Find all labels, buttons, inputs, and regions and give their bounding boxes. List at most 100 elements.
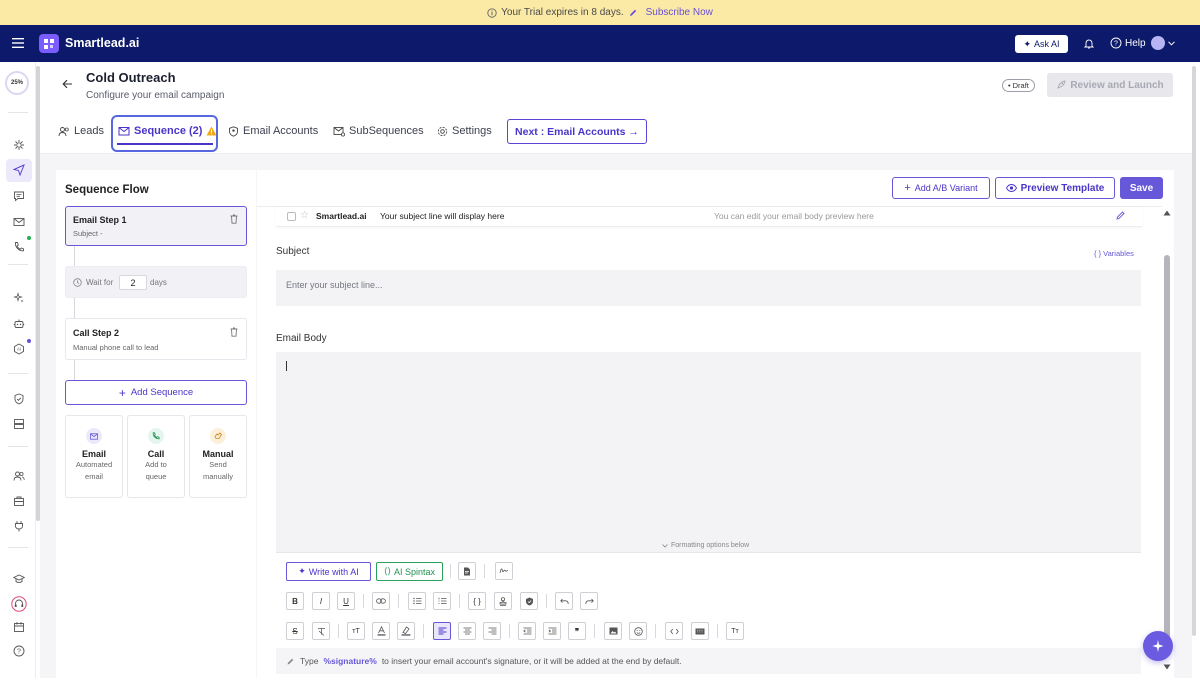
undo-icon[interactable]	[555, 592, 573, 610]
trash-icon[interactable]	[230, 214, 238, 224]
step-subtitle: Manual phone call to lead	[73, 343, 159, 352]
tab-sequence[interactable]: Sequence (2)	[118, 125, 217, 137]
text-style-icon[interactable]: Tт	[726, 622, 744, 640]
calendar-icon[interactable]	[13, 621, 25, 633]
tab-email-accounts[interactable]: Email Accounts	[228, 125, 318, 137]
quote-icon[interactable]: ❞	[568, 622, 586, 640]
back-arrow-icon[interactable]	[62, 79, 73, 89]
support-headset-icon[interactable]	[11, 596, 27, 612]
shield-check-icon[interactable]	[520, 592, 538, 610]
variables-button[interactable]: { } Variables	[1094, 249, 1134, 258]
sparkle-icon: ✦	[1023, 38, 1032, 49]
outdent-icon[interactable]	[518, 622, 536, 640]
align-left-icon[interactable]	[433, 622, 451, 640]
add-sequence-button[interactable]: + Add Sequence	[65, 380, 247, 405]
sequence-step-email[interactable]: Email Step 1 Subject -	[65, 206, 247, 246]
page-scrollbar[interactable]	[1192, 66, 1196, 636]
help-circle-icon[interactable]: ?	[13, 645, 25, 657]
emoji-icon[interactable]	[629, 622, 647, 640]
redo-icon[interactable]	[580, 592, 598, 610]
bottom-strip	[0, 678, 1200, 698]
toolbar-separator	[546, 594, 547, 608]
bold-button[interactable]: B	[286, 592, 304, 610]
help-button[interactable]: ? Help	[1110, 37, 1146, 49]
briefcase-icon[interactable]	[13, 495, 25, 507]
text-color-icon[interactable]	[372, 622, 390, 640]
phone-icon[interactable]	[13, 241, 25, 253]
subject-input[interactable]: Enter your subject line...	[276, 270, 1141, 306]
bell-icon[interactable]	[1084, 38, 1094, 49]
numbered-list-icon[interactable]	[433, 592, 451, 610]
save-button[interactable]: Save	[1120, 177, 1163, 199]
keyboard-icon[interactable]	[691, 622, 709, 640]
active-tab-underline	[117, 143, 213, 145]
preview-template-button[interactable]: Preview Template	[995, 177, 1115, 199]
email-body-editor[interactable]: Formatting options below	[276, 352, 1141, 553]
clear-format-icon[interactable]	[312, 622, 330, 640]
editor-scrollbar[interactable]	[1164, 255, 1170, 655]
italic-button[interactable]: I	[312, 592, 330, 610]
signature-icon[interactable]	[495, 562, 513, 580]
image-icon[interactable]	[604, 622, 622, 640]
tab-subsequences[interactable]: SubSequences	[333, 125, 424, 137]
formatting-hint[interactable]: Formatting options below	[662, 542, 749, 549]
user-avatar[interactable]	[1151, 36, 1165, 50]
sequence-step-call[interactable]: Call Step 2 Manual phone call to lead	[65, 318, 247, 360]
code-view-icon[interactable]	[665, 622, 683, 640]
server-icon[interactable]	[13, 418, 25, 430]
review-launch-button[interactable]: Review and Launch	[1047, 73, 1173, 97]
align-right-icon[interactable]	[483, 622, 501, 640]
scroll-down-icon[interactable]	[1163, 664, 1171, 670]
ask-ai-button[interactable]: ✦ Ask AI	[1015, 35, 1068, 53]
ai-assistant-fab[interactable]	[1143, 631, 1173, 661]
shield-icon[interactable]	[13, 393, 25, 405]
tab-settings[interactable]: Settings	[437, 125, 492, 137]
ai-spintax-button[interactable]: ⟨⟩ AI Spintax	[376, 562, 443, 581]
align-center-icon[interactable]	[458, 622, 476, 640]
rocket-icon[interactable]	[13, 139, 25, 151]
indent-icon[interactable]	[543, 622, 561, 640]
step-type-manual[interactable]: Manual Send manually	[189, 415, 247, 498]
template-icon[interactable]	[458, 562, 476, 580]
next-email-accounts-button[interactable]: Next : Email Accounts →	[507, 119, 647, 144]
font-size-button[interactable]: ᴛT	[347, 622, 365, 640]
mail-icon	[118, 126, 130, 137]
graduation-cap-icon[interactable]	[13, 573, 25, 585]
strikethrough-button[interactable]: S	[286, 622, 304, 640]
gear-icon	[437, 126, 448, 137]
step-type-call[interactable]: Call Add to queue	[127, 415, 185, 498]
bot-icon[interactable]	[13, 318, 25, 330]
send-icon[interactable]	[13, 164, 25, 176]
underline-button[interactable]: U	[337, 592, 355, 610]
add-ab-variant-button[interactable]: + Add A/B Variant	[892, 177, 990, 199]
mail-icon[interactable]	[13, 216, 25, 228]
pencil-icon	[628, 8, 638, 18]
tab-label: SubSequences	[349, 125, 424, 137]
rail-divider	[8, 547, 28, 548]
page-subtitle: Configure your email campaign	[86, 90, 225, 101]
scroll-up-icon[interactable]	[1163, 210, 1171, 216]
ai-chip-icon[interactable]: AI	[13, 343, 25, 355]
tab-leads[interactable]: Leads	[58, 125, 104, 137]
sparkles-icon[interactable]	[13, 292, 25, 304]
link-icon[interactable]	[372, 592, 390, 610]
write-with-ai-button[interactable]: ✦ Write with AI	[286, 562, 371, 581]
preview-template-label: Preview Template	[1020, 182, 1105, 194]
stamp-icon[interactable]	[494, 592, 512, 610]
highlight-icon[interactable]	[397, 622, 415, 640]
bullet-list-icon[interactable]	[408, 592, 426, 610]
users-icon	[58, 126, 70, 137]
onboarding-progress[interactable]: 25%	[5, 71, 29, 95]
plug-icon[interactable]	[13, 520, 25, 532]
help-icon: ?	[1110, 37, 1122, 49]
users-icon[interactable]	[13, 470, 25, 482]
subscribe-link[interactable]: Subscribe Now	[646, 7, 713, 18]
wait-days-input[interactable]: 2	[119, 275, 147, 290]
trash-icon[interactable]	[230, 327, 238, 337]
chevron-down-icon[interactable]	[1168, 41, 1175, 46]
chat-icon[interactable]	[13, 190, 25, 202]
edit-pencil-icon[interactable]	[1115, 210, 1126, 221]
hamburger-menu-icon[interactable]	[12, 38, 24, 48]
code-braces-icon[interactable]: { }	[468, 592, 486, 610]
step-type-email[interactable]: Email Automated email	[65, 415, 123, 498]
